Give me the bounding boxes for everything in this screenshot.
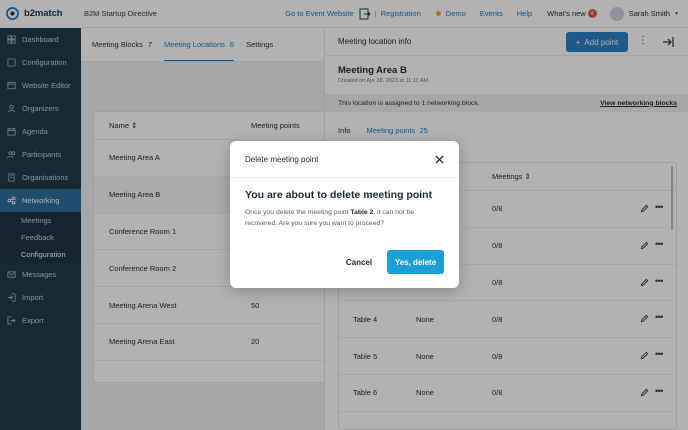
confirm-delete-button[interactable]: Yes, delete (387, 250, 444, 274)
delete-meeting-point-dialog: Delete meeting point You are about to de… (230, 141, 459, 288)
dialog-title: You are about to delete meeting point (245, 189, 433, 201)
dialog-header: Delete meeting point (230, 141, 459, 178)
cancel-button[interactable]: Cancel (337, 250, 381, 274)
meeting-point-name: Table 2 (350, 209, 374, 216)
dialog-header-title: Delete meeting point (245, 154, 319, 164)
close-icon[interactable] (435, 155, 444, 164)
dialog-message: Once you delete the meeting point Table … (245, 207, 445, 229)
message-prefix: Once you delete the meeting point (245, 209, 351, 216)
